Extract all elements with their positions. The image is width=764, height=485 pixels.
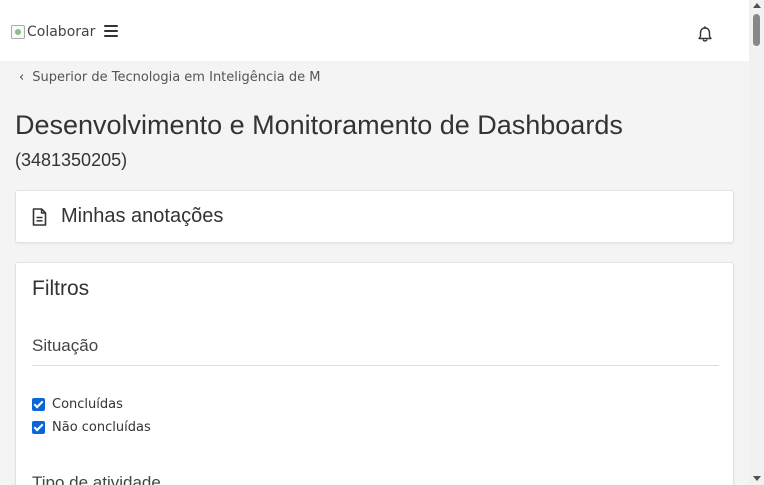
breadcrumb[interactable]: ‹ Superior de Tecnologia em Inteligência… — [19, 70, 320, 85]
scrollbar-thumb[interactable] — [753, 14, 760, 46]
logo-alt-text: Colaborar — [27, 24, 96, 40]
filter-not-completed-checkbox[interactable]: Não concluídas — [32, 420, 151, 435]
filter-completed-checkbox[interactable]: Concluídas — [32, 397, 123, 412]
page-scrollbar[interactable] — [749, 0, 764, 485]
filters-title: Filtros — [32, 277, 90, 300]
chevron-left-icon: ‹ — [19, 70, 25, 85]
my-notes-card[interactable]: Minhas anotações — [15, 190, 734, 243]
activity-type-section-title: Tipo de atividade — [32, 473, 161, 485]
checkbox-checked-icon[interactable] — [32, 421, 45, 434]
breadcrumb-label: Superior de Tecnologia em Inteligência d… — [32, 70, 321, 85]
section-divider — [32, 365, 719, 366]
filters-card: Filtros Situação Concluídas Não concluíd… — [15, 262, 734, 485]
my-notes-label: Minhas anotações — [61, 205, 224, 227]
bell-icon[interactable] — [697, 26, 713, 43]
checkbox-label: Não concluídas — [52, 420, 151, 435]
broken-image-icon — [11, 25, 25, 39]
situation-section-title: Situação — [32, 336, 99, 355]
checkbox-checked-icon[interactable] — [32, 398, 45, 411]
course-code: (3481350205) — [15, 150, 128, 170]
hamburger-menu-icon[interactable] — [104, 25, 118, 38]
scroll-up-arrow-icon[interactable] — [753, 3, 761, 8]
scroll-down-arrow-icon[interactable] — [753, 476, 761, 481]
logo[interactable]: Colaborar — [11, 24, 95, 40]
page-title: Desenvolvimento e Monitoramento de Dashb… — [15, 110, 623, 140]
checkbox-label: Concluídas — [52, 397, 123, 412]
document-icon — [32, 208, 47, 226]
top-bar: Colaborar — [0, 0, 749, 61]
